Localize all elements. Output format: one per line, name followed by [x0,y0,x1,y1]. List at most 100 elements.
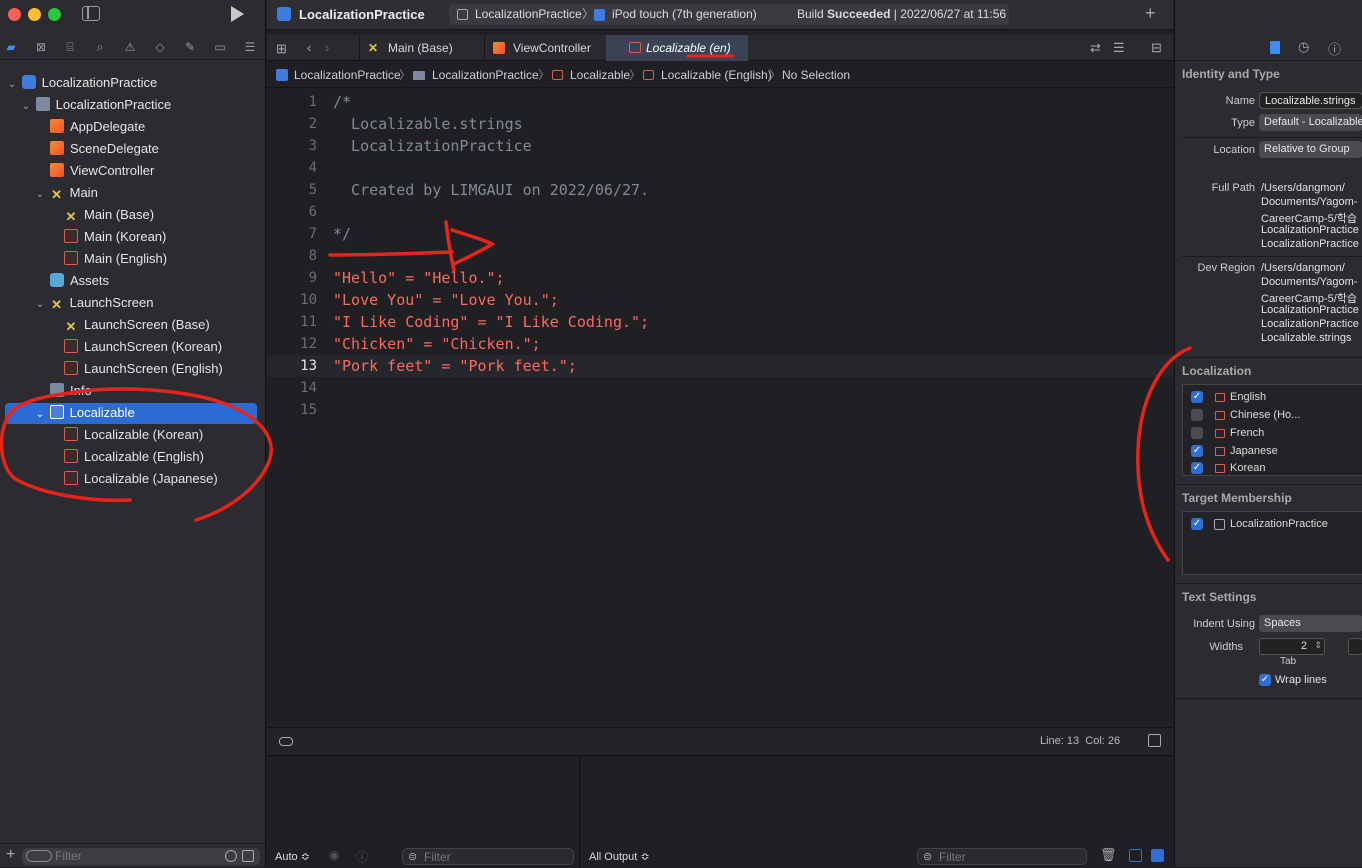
close-window-button[interactable] [8,8,21,21]
breadcrumb-item[interactable]: LocalizationPractice [432,62,539,88]
scheme-selector[interactable]: LocalizationPractice 〉 iPod touch (7th g… [449,4,1009,25]
checkbox-checked[interactable]: ✓ [1191,518,1203,530]
tab-localizable-en[interactable]: Localizable (en) [606,35,748,61]
breadcrumb-item[interactable]: Localizable (English) [661,62,772,88]
chevron-down-icon[interactable]: ⌄ [34,184,46,206]
localization-item[interactable]: Chinese (Ho... [1183,407,1362,424]
debug-area-toggle-icon[interactable] [1148,734,1161,747]
localization-item[interactable]: ✓ Korean [1183,461,1362,478]
code-line[interactable]: "Pork feet" = "Pork feet."; [333,355,577,377]
tree-item-selected[interactable]: ⌄ Localizable [34,402,135,424]
name-field[interactable]: Localizable.strings [1259,92,1362,109]
filter-options-icon[interactable] [26,850,52,862]
chevron-down-icon[interactable]: ⌄ [20,96,32,118]
filter-field[interactable]: Filter [22,848,260,865]
run-button-icon[interactable] [231,6,244,22]
tree-item[interactable]: Info [50,380,92,402]
add-icon[interactable]: + [1145,3,1156,24]
code-line[interactable]: "Love You" = "Love You."; [333,289,559,311]
split-editor-icon[interactable]: ⊟ [1151,40,1162,56]
tree-item[interactable]: AppDelegate [50,116,145,138]
symbol-icon[interactable]: ⌸ [62,39,78,55]
code-line[interactable]: LocalizationPractice [333,135,532,157]
auto-selector[interactable]: Auto ≎ [275,850,310,863]
chevron-down-icon[interactable]: ⌄ [34,294,46,316]
forward-icon[interactable]: › [325,40,329,55]
tree-item[interactable]: Main (English) [64,248,167,270]
source-editor[interactable]: 1 /* 2 Localizable.strings 3 Localizatio… [267,89,1173,727]
indent-popup[interactable]: Spaces [1259,615,1362,632]
tree-item[interactable]: Main (Korean) [64,226,166,248]
info-icon[interactable]: ⓘ [356,848,368,865]
tree-item[interactable]: ⌄ LocalizationPractice [6,72,157,94]
breakpoint-icon[interactable]: ▭ [212,39,228,55]
tree-item[interactable]: LaunchScreen (English) [64,358,223,380]
swap-icon[interactable]: ⇄ [1090,40,1101,56]
code-line[interactable]: "I Like Coding" = "I Like Coding."; [333,311,649,333]
scheme-name[interactable]: LocalizationPractice [475,4,582,25]
tree-item[interactable]: SceneDelegate [50,138,159,160]
editor-options-icon[interactable]: ☰ [1113,40,1125,56]
tree-item[interactable]: Localizable (Korean) [64,424,203,446]
code-line[interactable]: /* [333,91,351,113]
checkbox-checked[interactable]: ✓ [1191,462,1203,474]
output-selector[interactable]: All Output ≎ [589,850,650,863]
back-icon[interactable]: ‹ [307,40,311,55]
left-panel-icon[interactable] [1129,849,1142,862]
tree-item[interactable]: ✕ LaunchScreen (Base) [64,314,210,336]
code-line[interactable]: Localizable.strings [333,113,523,135]
trash-icon[interactable]: 🗑 [1100,847,1117,863]
tab-main-base[interactable]: ✕ Main (Base) [359,35,484,61]
right-panel-icon[interactable] [1151,849,1164,862]
minimap-toggle-icon[interactable] [279,737,293,746]
checkbox-checked[interactable]: ✓ [1191,391,1203,403]
checkbox-checked[interactable]: ✓ [1191,445,1203,457]
location-popup[interactable]: Relative to Group [1259,141,1362,158]
tab-viewcontroller[interactable]: ViewController [484,35,606,61]
checkbox-unchecked[interactable] [1191,409,1203,421]
tab-width-stepper[interactable]: 2 ⇕ [1259,638,1325,655]
add-icon[interactable]: + [6,846,15,864]
localization-item[interactable]: French [1183,425,1362,442]
localization-item[interactable]: ✓ Japanese [1183,443,1362,460]
tree-item[interactable]: ⌄ ✕ LaunchScreen [34,292,154,316]
code-line[interactable]: "Hello" = "Hello."; [333,267,505,289]
breadcrumb-item[interactable]: No Selection [782,62,850,88]
code-line[interactable]: */ [333,223,351,245]
chevron-down-icon[interactable]: ⌄ [6,74,18,96]
report-icon[interactable]: ☰ [242,39,258,55]
type-popup[interactable]: Default - Localizable [1259,114,1362,131]
test-icon[interactable]: ◇ [152,39,168,55]
sidebar-toggle-icon[interactable] [82,6,100,21]
help-icon[interactable]: ⓘ [1328,39,1341,58]
zoom-window-button[interactable] [48,8,61,21]
warning-icon[interactable]: ⚠ [122,39,138,55]
scm-filter-icon[interactable] [242,850,254,862]
stepper-arrows-icon[interactable]: ⇕ [1314,640,1322,651]
code-line[interactable]: "Chicken" = "Chicken."; [333,333,541,355]
grid-icon[interactable]: ⊞ [276,41,287,57]
tree-item[interactable]: ✕ Main (Base) [64,204,155,226]
console-filter-field[interactable]: ⊜ Filter [917,848,1087,865]
localization-item[interactable]: ✓ English [1183,389,1362,406]
breadcrumb-item[interactable]: LocalizationPractice [294,62,401,88]
eye-icon[interactable]: ◉ [329,848,339,862]
file-icon[interactable] [1270,41,1280,54]
tree-item[interactable]: ViewController [50,160,154,182]
destination-name[interactable]: iPod touch (7th generation) [612,4,757,25]
recent-files-icon[interactable] [225,850,237,862]
minimize-window-button[interactable] [28,8,41,21]
checkbox-checked[interactable]: ✓ [1259,674,1271,686]
variables-filter-field[interactable]: ⊜ Filter [402,848,574,865]
code-line[interactable]: Created by LIMGAUI on 2022/06/27. [333,179,649,201]
tree-item[interactable]: Assets [50,270,109,292]
chevron-down-icon[interactable]: ⌄ [34,404,46,426]
checkbox-unchecked[interactable] [1191,427,1203,439]
tree-item[interactable]: Localizable (English) [64,446,204,468]
indent-width-stepper[interactable] [1348,638,1362,655]
tree-item[interactable]: Localizable (Japanese) [64,468,218,490]
history-icon[interactable]: ◷ [1298,39,1309,55]
tree-item[interactable]: ⌄ LocalizationPractice [20,94,171,116]
tree-item[interactable]: LaunchScreen (Korean) [64,336,222,358]
folder-icon[interactable]: ▰ [3,39,19,55]
